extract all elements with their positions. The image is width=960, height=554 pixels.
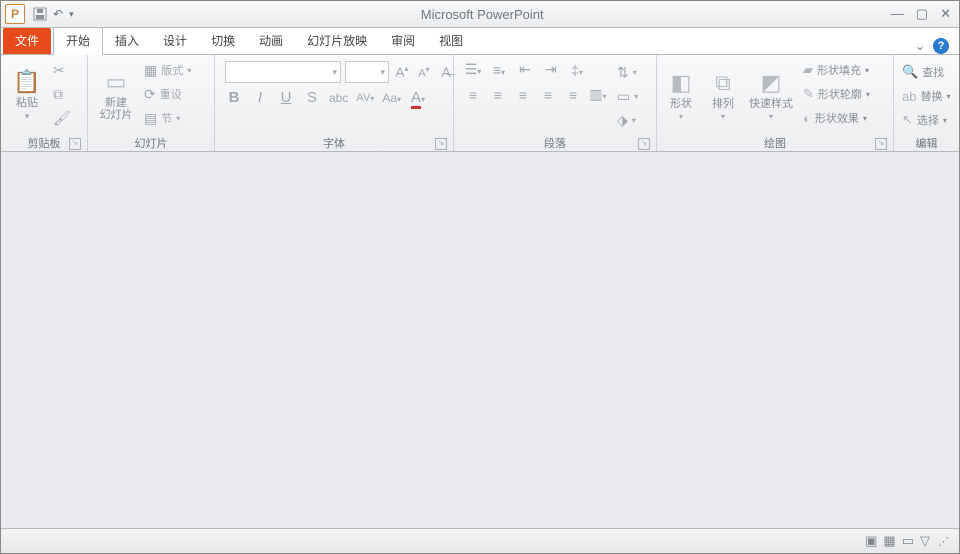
shadow-button[interactable]: abc	[329, 91, 348, 105]
effects-icon: ◐	[803, 111, 811, 126]
change-case-button[interactable]: Aa▾	[382, 91, 401, 105]
paste-button[interactable]: 📋 粘贴 ▾	[5, 59, 49, 131]
section-button[interactable]: ▤节▾	[142, 107, 193, 129]
italic-button[interactable]: I	[251, 89, 269, 106]
tab-animations[interactable]: 动画	[247, 28, 295, 54]
minimize-ribbon-icon[interactable]: ⌄	[915, 39, 925, 53]
tab-file[interactable]: 文件	[3, 28, 51, 54]
qat-undo-icon[interactable]: ↶	[53, 7, 63, 21]
find-icon: 🔍	[902, 64, 918, 80]
bold-button[interactable]: B	[225, 89, 243, 106]
arrange-icon: ⧉	[715, 70, 731, 96]
slideshow-view-button[interactable]: ▽	[920, 533, 930, 549]
distributed-button[interactable]: ≡	[564, 87, 582, 103]
arrange-button[interactable]: ⧉ 排列▾	[703, 59, 743, 131]
align-center-button[interactable]: ≡	[489, 87, 507, 103]
decrease-indent-button[interactable]: ⇤	[516, 61, 534, 78]
help-icon[interactable]: ?	[933, 38, 949, 54]
font-family-combo[interactable]: ▾	[225, 61, 341, 83]
clipboard-icon: 📋	[13, 69, 40, 95]
minimize-button[interactable]: ―	[891, 6, 904, 22]
layout-icon: ▦	[144, 62, 157, 79]
group-clipboard-label: 剪贴板	[28, 135, 61, 151]
underline-button[interactable]: U	[277, 89, 295, 106]
clear-formatting-button[interactable]: A̶	[437, 64, 455, 80]
paragraph-dialog-launcher[interactable]: ↘	[638, 138, 650, 150]
select-button[interactable]: ↖选择▾	[898, 109, 954, 131]
layout-button[interactable]: ▦版式▾	[142, 59, 193, 81]
status-bar: ▣ ▦ ▭ ▽ ⋰	[1, 529, 959, 553]
new-slide-button[interactable]: ▭ 新建 幻灯片	[92, 59, 140, 131]
quick-styles-button[interactable]: ◩ 快速样式▾	[745, 59, 797, 131]
scissors-icon: ✂	[53, 62, 65, 79]
tab-slideshow[interactable]: 幻灯片放映	[295, 28, 379, 54]
font-size-combo[interactable]: ▾	[345, 61, 389, 83]
select-icon: ↖	[902, 112, 913, 128]
fill-icon: ▰	[803, 62, 813, 78]
tab-home[interactable]: 开始	[53, 27, 103, 55]
tab-transitions[interactable]: 切换	[199, 28, 247, 54]
font-dialog-launcher[interactable]: ↘	[435, 138, 447, 150]
grow-font-button[interactable]: A▴	[393, 64, 411, 79]
close-button[interactable]: ✕	[940, 6, 951, 22]
columns-button[interactable]: ▥▾	[589, 86, 607, 103]
group-slides-label: 幻灯片	[135, 135, 168, 151]
tab-review[interactable]: 审阅	[379, 28, 427, 54]
replace-button[interactable]: ab替换▾	[898, 85, 954, 107]
slide-workspace	[1, 152, 959, 529]
font-color-button[interactable]: A▾	[409, 89, 427, 106]
replace-icon: ab	[902, 89, 916, 104]
strikethrough-button[interactable]: S	[303, 89, 321, 106]
convert-smartart-button[interactable]: ⬗▾	[615, 109, 640, 131]
group-font-label: 字体	[323, 135, 345, 151]
shapes-button[interactable]: ◧ 形状▾	[661, 59, 701, 131]
sorter-view-button[interactable]: ▦	[883, 533, 895, 549]
align-text-icon: ▭	[617, 88, 630, 105]
group-editing-label: 编辑	[916, 135, 938, 151]
align-left-button[interactable]: ≡	[464, 87, 482, 103]
maximize-button[interactable]: ▢	[916, 6, 928, 22]
section-icon: ▤	[144, 110, 157, 127]
cut-button[interactable]: ✂	[51, 59, 73, 81]
text-direction-icon: ⇅	[617, 64, 629, 81]
app-icon: P	[5, 4, 25, 24]
shape-outline-button[interactable]: ✎形状轮廓▾	[799, 83, 874, 105]
smartart-icon: ⬗	[617, 112, 628, 129]
copy-button[interactable]: ⧉	[51, 83, 73, 105]
numbering-button[interactable]: ≡▾	[490, 62, 508, 78]
new-slide-icon: ▭	[106, 69, 127, 95]
character-spacing-button[interactable]: AV▾	[356, 92, 374, 104]
align-text-button[interactable]: ▭▾	[615, 85, 640, 107]
group-drawing-label: 绘图	[764, 135, 786, 151]
tab-insert[interactable]: 插入	[103, 28, 151, 54]
copy-icon: ⧉	[53, 86, 63, 103]
format-painter-button[interactable]: 🖌	[51, 107, 73, 129]
bullets-button[interactable]: ☰▾	[464, 61, 482, 78]
clipboard-dialog-launcher[interactable]: ↘	[69, 138, 81, 150]
reset-icon: ⟳	[144, 86, 156, 103]
shape-fill-button[interactable]: ▰形状填充▾	[799, 59, 874, 81]
shape-effects-button[interactable]: ◐形状效果▾	[799, 107, 874, 129]
justify-button[interactable]: ≡	[539, 87, 557, 103]
window-title: Microsoft PowerPoint	[74, 7, 891, 22]
tab-view[interactable]: 视图	[427, 28, 475, 54]
find-button[interactable]: 🔍查找	[898, 61, 954, 83]
text-direction-button[interactable]: ⇅▾	[615, 61, 640, 83]
shapes-icon: ◧	[671, 70, 692, 96]
resize-grip-icon: ⋰	[938, 535, 949, 548]
brush-icon: 🖌	[53, 110, 71, 127]
quick-styles-icon: ◩	[761, 70, 782, 96]
qat-save-icon[interactable]	[33, 7, 47, 21]
align-right-button[interactable]: ≡	[514, 87, 532, 103]
group-paragraph-label: 段落	[544, 135, 566, 151]
line-spacing-button[interactable]: ‡▾	[568, 62, 586, 78]
increase-indent-button[interactable]: ⇥	[542, 61, 560, 78]
normal-view-button[interactable]: ▣	[865, 533, 877, 549]
reading-view-button[interactable]: ▭	[902, 533, 914, 549]
reset-button[interactable]: ⟳重设	[142, 83, 193, 105]
tab-design[interactable]: 设计	[151, 28, 199, 54]
outline-icon: ✎	[803, 86, 814, 102]
shrink-font-button[interactable]: A▾	[415, 65, 433, 80]
drawing-dialog-launcher[interactable]: ↘	[875, 138, 887, 150]
